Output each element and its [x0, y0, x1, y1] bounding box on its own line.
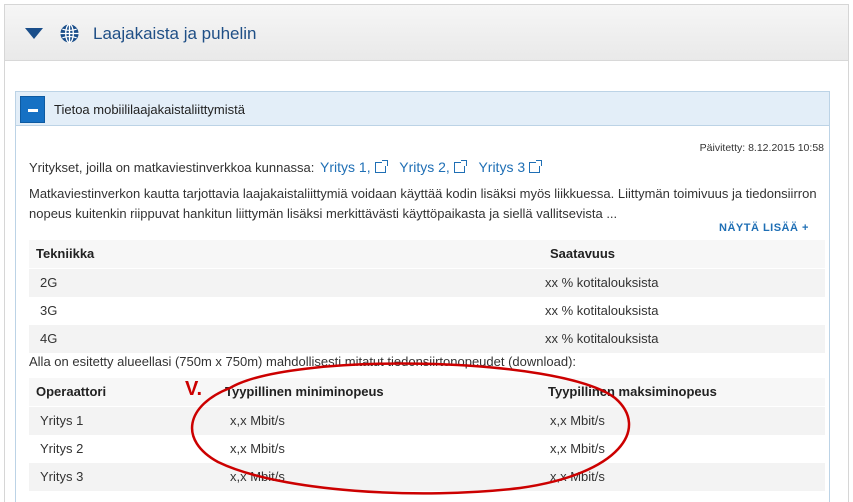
table-header-row: Tekniikka Saatavuus: [29, 240, 825, 268]
description-text: Matkaviestinverkon kautta tarjottavia la…: [29, 186, 817, 221]
panel-header[interactable]: Tietoa mobiililaajakaistaliittymistä: [16, 92, 829, 126]
column-header-operaattori: Operaattori: [36, 384, 107, 399]
max-speed-cell: x,x Mbit/s: [550, 413, 605, 428]
speed-note: Alla on esitetty alueellasi (750m x 750m…: [29, 354, 577, 369]
company-link-2[interactable]: Yritys 2,: [399, 159, 450, 175]
collapse-panel-button[interactable]: [20, 96, 45, 123]
companies-line: Yritykset, joilla on matkaviestinverkkoa…: [29, 159, 548, 175]
collapse-triangle-icon[interactable]: [25, 28, 43, 39]
operator-cell: Yritys 1: [40, 413, 84, 428]
operator-cell: Yritys 2: [40, 441, 84, 456]
table-row: Yritys 3 x,x Mbit/s x,x Mbit/s: [29, 463, 825, 491]
min-speed-cell: x,x Mbit/s: [230, 441, 285, 456]
min-speed-cell: x,x Mbit/s: [230, 413, 285, 428]
table-row: 3G xx % kotitalouksista: [29, 297, 825, 325]
updated-timestamp: Päivitetty: 8.12.2015 10:58: [699, 142, 824, 154]
min-speed-cell: x,x Mbit/s: [230, 469, 285, 484]
column-header-max-speed: Tyypillinen maksiminopeus: [548, 384, 717, 399]
company-link-3[interactable]: Yritys 3: [478, 159, 525, 175]
column-header-tekniikka: Tekniikka: [36, 246, 95, 261]
max-speed-cell: x,x Mbit/s: [550, 441, 605, 456]
tech-cell: 4G: [40, 331, 58, 346]
section-title[interactable]: Laajakaista ja puhelin: [93, 24, 257, 44]
panel-title: Tietoa mobiililaajakaistaliittymistä: [54, 102, 245, 117]
availability-cell: xx % kotitalouksista: [545, 331, 659, 346]
tech-cell: 3G: [40, 303, 58, 318]
availability-cell: xx % kotitalouksista: [545, 275, 659, 290]
annotation-mark: V.: [185, 378, 203, 400]
column-header-min-speed: Tyypillinen miniminopeus: [225, 384, 384, 399]
table-row: 2G xx % kotitalouksista: [29, 269, 825, 297]
globe-icon: [60, 23, 79, 44]
operator-cell: Yritys 3: [40, 469, 84, 484]
table-row: Yritys 1 x,x Mbit/s x,x Mbit/s: [29, 407, 825, 435]
minus-icon: [28, 109, 38, 112]
max-speed-cell: x,x Mbit/s: [550, 469, 605, 484]
external-link-icon[interactable]: [453, 160, 467, 173]
table-row: Yritys 2 x,x Mbit/s x,x Mbit/s: [29, 435, 825, 463]
companies-label: Yritykset, joilla on matkaviestinverkkoa…: [29, 160, 315, 175]
section-header[interactable]: Laajakaista ja puhelin: [5, 5, 848, 61]
show-more-link[interactable]: NÄYTÄ LISÄÄ +: [719, 222, 809, 234]
tech-cell: 2G: [40, 275, 58, 290]
column-header-saatavuus: Saatavuus: [550, 246, 616, 261]
table-header-row: Operaattori Tyypillinen miniminopeus Tyy…: [29, 378, 825, 406]
company-link-1[interactable]: Yritys 1,: [320, 159, 371, 175]
external-link-icon[interactable]: [374, 160, 388, 173]
table-row: 4G xx % kotitalouksista: [29, 325, 825, 353]
availability-cell: xx % kotitalouksista: [545, 303, 659, 318]
external-link-icon[interactable]: [529, 160, 543, 173]
